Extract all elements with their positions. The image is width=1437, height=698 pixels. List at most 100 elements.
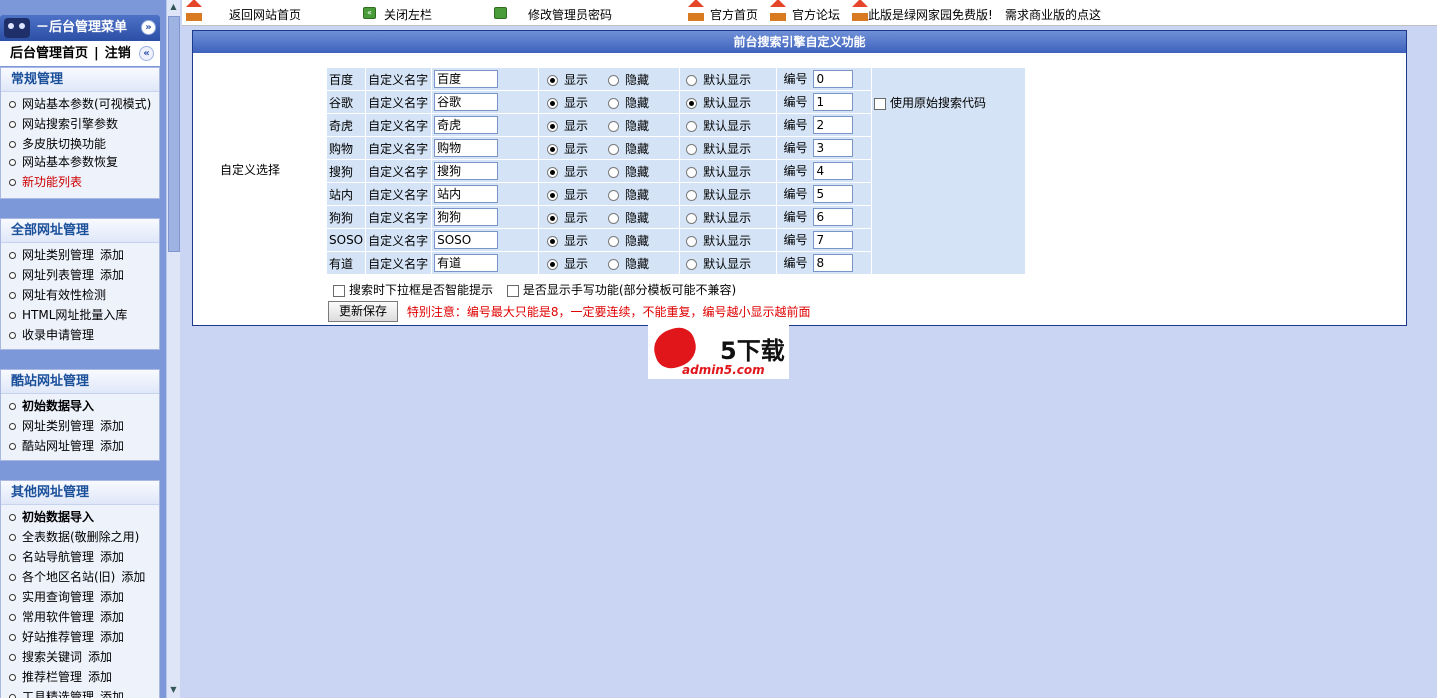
- show-radio[interactable]: [546, 212, 558, 224]
- sidebar-item-recommend[interactable]: 好站推荐管理 添加: [1, 627, 159, 647]
- item-label[interactable]: 酷站网址管理: [22, 439, 94, 453]
- hide-radio[interactable]: [608, 258, 619, 270]
- hide-radio[interactable]: [608, 189, 619, 201]
- default-radio[interactable]: [686, 189, 698, 201]
- smart-hint-checkbox[interactable]: [333, 284, 345, 297]
- item-label[interactable]: 网址类别管理: [22, 419, 94, 433]
- number-input[interactable]: 0: [813, 70, 854, 89]
- panel-title[interactable]: 常规管理: [1, 68, 159, 92]
- close-left-link[interactable]: 关闭左栏: [384, 6, 432, 23]
- custom-name-input[interactable]: 有道: [434, 254, 499, 272]
- show-radio[interactable]: [546, 74, 558, 86]
- sidebar-item-cool-category[interactable]: 网址类别管理 添加: [1, 416, 159, 436]
- hide-radio[interactable]: [608, 120, 619, 132]
- sidebar-item-url-check[interactable]: 网址有效性检测: [1, 285, 159, 305]
- sidebar-item-full-table[interactable]: 全表数据(敬删除之用): [1, 527, 159, 547]
- handwrite-checkbox[interactable]: [506, 284, 519, 297]
- sidebar-item-submissions[interactable]: 收录申请管理: [1, 325, 159, 345]
- custom-name-input[interactable]: 购物: [434, 139, 499, 157]
- show-radio[interactable]: [546, 120, 558, 132]
- hide-radio[interactable]: [608, 212, 619, 224]
- number-input[interactable]: 5: [813, 185, 854, 204]
- add-link[interactable]: 添加: [88, 650, 112, 664]
- sidebar-item-import[interactable]: 初始数据导入: [1, 507, 159, 527]
- sidebar-item-banner[interactable]: 推荐栏管理 添加: [1, 667, 159, 687]
- default-radio[interactable]: [686, 74, 698, 86]
- add-link[interactable]: 添加: [100, 590, 124, 604]
- show-radio[interactable]: [546, 235, 558, 247]
- sidebar-item-cool-urls[interactable]: 酷站网址管理 添加: [1, 436, 159, 456]
- add-link[interactable]: 添加: [121, 570, 145, 584]
- custom-name-input[interactable]: 百度: [434, 70, 499, 88]
- panel-title[interactable]: 酷站网址管理: [1, 370, 159, 394]
- default-radio[interactable]: [686, 120, 698, 132]
- number-input[interactable]: 8: [813, 254, 854, 273]
- item-label[interactable]: 网址列表管理: [22, 268, 94, 282]
- custom-name-input[interactable]: 搜狗: [434, 162, 499, 180]
- add-link[interactable]: 添加: [100, 610, 124, 624]
- sidebar-item-import[interactable]: 初始数据导入: [1, 396, 159, 416]
- default-radio[interactable]: [686, 212, 698, 224]
- item-label[interactable]: 工具精选管理: [22, 690, 94, 698]
- show-radio[interactable]: [546, 143, 558, 155]
- commercial-link[interactable]: 需求商业版的点这: [1005, 6, 1101, 23]
- default-radio[interactable]: [686, 235, 698, 247]
- save-button[interactable]: 更新保存: [328, 301, 399, 322]
- change-password-link[interactable]: 修改管理员密码: [528, 6, 612, 23]
- item-label[interactable]: 实用查询管理: [22, 590, 94, 604]
- item-label[interactable]: 名站导航管理: [22, 550, 94, 564]
- sidebar-item-search-params[interactable]: 网站搜索引擎参数: [1, 114, 159, 134]
- custom-name-input[interactable]: SOSO: [434, 231, 499, 249]
- default-radio[interactable]: [686, 166, 698, 178]
- sidebar-item-query[interactable]: 实用查询管理 添加: [1, 587, 159, 607]
- item-label[interactable]: 常用软件管理: [22, 610, 94, 624]
- show-radio[interactable]: [546, 166, 558, 178]
- add-link[interactable]: 添加: [100, 268, 124, 282]
- add-link[interactable]: 添加: [100, 419, 124, 433]
- default-radio[interactable]: [686, 97, 698, 109]
- hide-radio[interactable]: [608, 143, 619, 155]
- add-link[interactable]: 添加: [100, 248, 124, 262]
- sidebar-item-new-features[interactable]: 新功能列表: [1, 172, 159, 192]
- number-input[interactable]: 7: [813, 231, 854, 250]
- logout-link[interactable]: 注销: [105, 46, 131, 61]
- sidebar-item-url-list[interactable]: 网址列表管理 添加: [1, 265, 159, 285]
- hide-radio[interactable]: [608, 166, 619, 178]
- item-label[interactable]: 各个地区名站(旧): [22, 570, 115, 584]
- number-input[interactable]: 1: [813, 93, 854, 112]
- official-forum-link[interactable]: 官方论坛: [792, 6, 840, 23]
- admin-home-link[interactable]: 后台管理首页: [10, 46, 88, 61]
- number-input[interactable]: 2: [813, 116, 854, 135]
- hide-radio[interactable]: [608, 74, 619, 86]
- use-original-checkbox[interactable]: [874, 97, 887, 110]
- item-label[interactable]: 好站推荐管理: [22, 630, 94, 644]
- custom-name-input[interactable]: 狗狗: [434, 208, 499, 226]
- default-radio[interactable]: [686, 143, 698, 155]
- sidebar-item-regional[interactable]: 各个地区名站(旧) 添加: [1, 567, 159, 587]
- hide-radio[interactable]: [608, 97, 619, 109]
- sidebar-item-famous-nav[interactable]: 名站导航管理 添加: [1, 547, 159, 567]
- show-radio[interactable]: [546, 258, 558, 270]
- custom-name-input[interactable]: 奇虎: [434, 116, 499, 134]
- hide-sidebar-icon[interactable]: «: [139, 46, 154, 61]
- add-link[interactable]: 添加: [88, 670, 112, 684]
- scroll-down-icon[interactable]: ▼: [167, 683, 180, 697]
- official-home-link[interactable]: 官方首页: [710, 6, 758, 23]
- panel-title[interactable]: 全部网址管理: [1, 219, 159, 243]
- scroll-thumb[interactable]: [168, 16, 180, 252]
- sidebar-item-keywords[interactable]: 搜索关键词 添加: [1, 647, 159, 667]
- sidebar-item-software[interactable]: 常用软件管理 添加: [1, 607, 159, 627]
- add-link[interactable]: 添加: [100, 690, 124, 698]
- item-label[interactable]: 推荐栏管理: [22, 670, 82, 684]
- sidebar-item-html-import[interactable]: HTML网址批量入库: [1, 305, 159, 325]
- custom-name-input[interactable]: 站内: [434, 185, 499, 203]
- sidebar-scrollbar[interactable]: ▲ ▼: [166, 0, 180, 698]
- add-link[interactable]: 添加: [100, 439, 124, 453]
- custom-name-input[interactable]: 谷歌: [434, 93, 499, 111]
- scroll-up-icon[interactable]: ▲: [167, 0, 180, 14]
- panel-title[interactable]: 其他网址管理: [1, 481, 159, 505]
- back-to-site-link[interactable]: 返回网站首页: [229, 6, 301, 23]
- sidebar-item-site-params[interactable]: 网站基本参数(可视模式): [1, 94, 159, 114]
- add-link[interactable]: 添加: [100, 550, 124, 564]
- sidebar-item-url-category[interactable]: 网址类别管理 添加: [1, 245, 159, 265]
